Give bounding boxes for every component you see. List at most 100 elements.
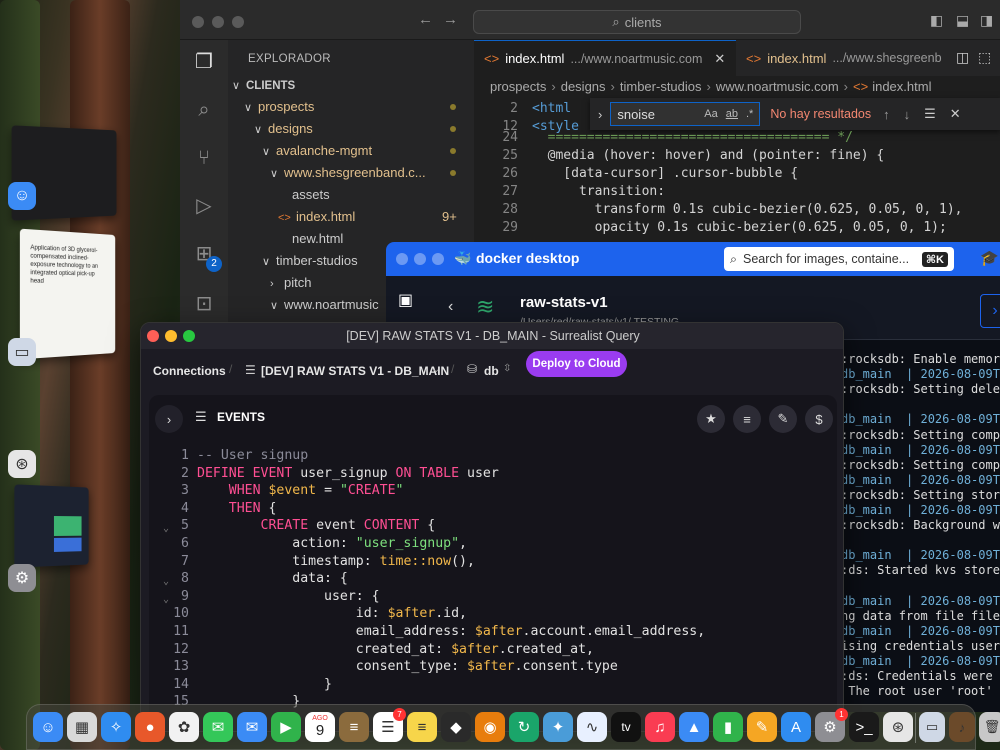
connection-selector[interactable]: [DEV] RAW STATS V1 - DB_MAIN [261, 364, 449, 378]
breadcrumb-item[interactable]: www.noartmusic.com [716, 79, 839, 94]
terminal-icon[interactable]: >_ [849, 712, 879, 742]
maximize-window-button[interactable] [232, 16, 244, 28]
format-button[interactable]: ≡ [733, 405, 761, 433]
blender-icon[interactable]: ◉ [475, 712, 505, 742]
numbers-icon[interactable]: ▮ [713, 712, 743, 742]
tab-index-shesgreenband[interactable]: <> index.html .../www.shesgreenb [736, 40, 946, 76]
tree-item[interactable]: ∨ designs [228, 118, 474, 140]
run-debug-icon[interactable]: ▷ [190, 192, 218, 220]
breadcrumb-item[interactable]: prospects [490, 79, 546, 94]
learning-center-icon[interactable]: 🎓 [980, 249, 999, 267]
tree-item[interactable]: assets [228, 184, 474, 206]
pages-icon[interactable]: ✎ [747, 712, 777, 742]
tree-item[interactable]: ∨ www.shesgreenband.c... [228, 162, 474, 184]
magic-wand-button[interactable]: ✎ [769, 405, 797, 433]
back-arrow-icon[interactable]: ← [418, 11, 433, 28]
chevron-updown-icon[interactable]: ⇳ [503, 363, 511, 374]
tree-item[interactable]: ∨ CLIENTS [228, 74, 474, 96]
close-window-button[interactable] [192, 16, 204, 28]
chevron-down-icon[interactable]: ⌄ [432, 364, 440, 375]
namespace-selector[interactable]: db [484, 364, 499, 378]
containers-icon[interactable]: ▣ [398, 290, 413, 310]
facetime-icon[interactable]: ▶ [271, 712, 301, 742]
extensions-icon[interactable]: ⊞ 2 [190, 240, 222, 272]
safari-icon[interactable]: ✧ [101, 712, 131, 742]
chevron-icon: ∨ [270, 168, 279, 180]
keynote-icon[interactable]: ▲ [679, 712, 709, 742]
firefox-icon[interactable]: ● [135, 712, 165, 742]
maximize-window-button[interactable] [183, 330, 195, 342]
explorer-icon[interactable]: ❐ [190, 48, 218, 76]
tree-item[interactable]: ∨ avalanche-mgmt [228, 140, 474, 162]
preview-icon[interactable]: ▭ [919, 712, 945, 742]
close-tab-icon[interactable]: ✕ [714, 51, 725, 67]
guitar-icon[interactable]: ♪ [949, 712, 975, 742]
calendar-icon[interactable]: AGO 9 [305, 712, 335, 742]
launchpad-icon[interactable]: ▦ [67, 712, 97, 742]
minimize-window-button[interactable] [165, 330, 177, 342]
variables-button[interactable]: $ [805, 405, 833, 433]
surrealist-icon[interactable]: ⊛ [883, 712, 913, 742]
tab-index-noartmusic[interactable]: <> index.html .../www.noartmusic.com ✕ [474, 40, 736, 76]
bird-icon[interactable]: ✦ [543, 712, 573, 742]
more-actions-icon[interactable]: ⬚ [978, 49, 991, 66]
close-find-icon[interactable]: ✕ [950, 106, 961, 122]
find-input[interactable]: snoise Aa ab .* [610, 102, 761, 126]
breadcrumb-item[interactable]: index.html [872, 79, 931, 94]
notes-icon[interactable]: ≡ [407, 712, 437, 742]
deploy-to-cloud-button[interactable]: Deploy to Cloud [526, 351, 627, 377]
source-control-icon[interactable]: ⑂ [190, 144, 218, 172]
surrealist-app-icon[interactable]: ⊛ [8, 450, 36, 478]
close-window-button[interactable] [147, 330, 159, 342]
toggle-replace-icon[interactable]: › [598, 107, 602, 122]
minimize-window-button[interactable] [212, 16, 224, 28]
forward-arrow-icon[interactable]: → [443, 11, 458, 28]
music-icon[interactable]: ♫ [645, 712, 675, 742]
reminders-icon[interactable]: ☰ 7 [373, 708, 406, 742]
tree-item[interactable]: <> index.html 9+ [228, 206, 474, 228]
breadcrumb-item[interactable]: timber-studios [620, 79, 702, 94]
match-case-toggle[interactable]: Aa [704, 108, 717, 120]
settings-icon[interactable]: ⚙ 1 [815, 708, 848, 742]
match-word-toggle[interactable]: ab [726, 108, 738, 120]
stage-thumbnail-paper[interactable]: Application of 3D glycerol-compensated i… [19, 228, 116, 360]
split-editor-icon[interactable]: ◫ [956, 49, 969, 66]
collapse-sidebar-button[interactable]: › [155, 405, 183, 433]
trash-icon[interactable]: 🗑 [979, 712, 1000, 742]
mail-icon[interactable]: ✉ [237, 712, 267, 742]
toggle-panel-icon[interactable]: ⬓ [956, 12, 969, 29]
messages-icon[interactable]: ✉ [203, 712, 233, 742]
remote-explorer-icon[interactable]: ⊡ [190, 290, 218, 318]
regex-toggle[interactable]: .* [746, 108, 753, 120]
connections-link[interactable]: Connections [153, 364, 226, 378]
minimize-window-button[interactable] [414, 253, 426, 265]
finder-icon[interactable]: ☺ [8, 182, 36, 210]
davinci-icon[interactable]: ◆ [441, 712, 471, 742]
docker-search[interactable]: ⌕ Search for images, containe... ⌘K [724, 247, 954, 271]
container-action-button[interactable]: › [980, 294, 1000, 328]
tree-item[interactable]: ∨ prospects [228, 96, 474, 118]
toggle-sidebar-icon[interactable]: ◧ [930, 12, 943, 29]
command-center-search[interactable]: ⌕ clients [473, 10, 801, 34]
previous-match-icon[interactable]: ↑ [883, 107, 890, 122]
search-icon[interactable]: ⌕ [190, 96, 218, 124]
sync-icon[interactable]: ↻ [509, 712, 539, 742]
appstore-icon[interactable]: A [781, 712, 811, 742]
maximize-window-button[interactable] [432, 253, 444, 265]
photos-icon[interactable]: ✿ [169, 712, 199, 742]
find-in-selection-icon[interactable]: ☰ [924, 106, 936, 122]
next-match-icon[interactable]: ↓ [904, 107, 911, 122]
back-icon[interactable]: ‹ [448, 298, 453, 316]
breadcrumb-item[interactable]: designs [561, 79, 606, 94]
code-line: 1 -- User signup [149, 447, 308, 465]
appletv-icon[interactable]: tv [611, 712, 641, 742]
system-settings-icon[interactable]: ⚙ [8, 564, 36, 592]
stage-thumbnail-dashboard[interactable] [14, 484, 89, 568]
star-button[interactable]: ★ [697, 405, 725, 433]
notes-brown-icon[interactable]: ≡ [339, 712, 369, 742]
preview-app-icon[interactable]: ▭ [8, 338, 36, 366]
finder-icon[interactable]: ☺ [33, 712, 63, 742]
freeform-icon[interactable]: ∿ [577, 712, 607, 742]
close-window-button[interactable] [396, 253, 408, 265]
toggle-secondary-sidebar-icon[interactable]: ◨ [980, 12, 993, 29]
